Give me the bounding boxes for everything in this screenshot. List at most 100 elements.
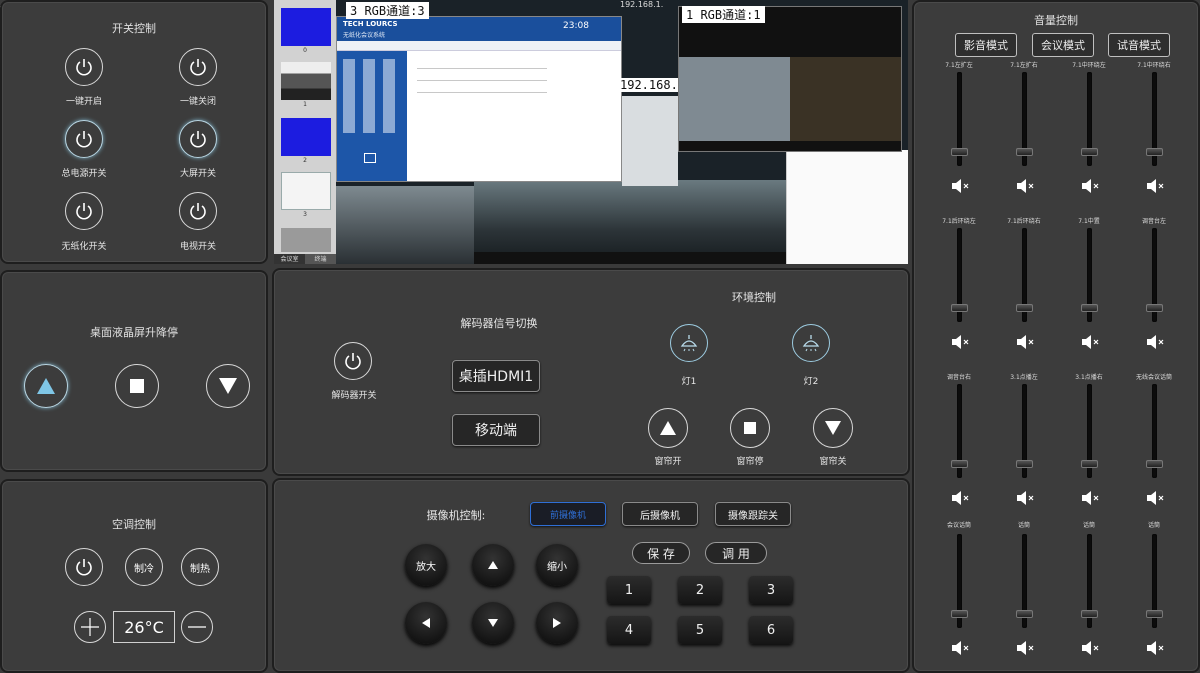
source-hdmi1-button[interactable]: 桌插HDMI1 [452, 360, 540, 392]
mute-speaker-icon[interactable] [1146, 178, 1166, 194]
big-screen-label: 大屏开关 [179, 169, 216, 179]
preset-save-button[interactable]: 保 存 [632, 542, 690, 564]
camera-panel-title: 摄像机控制: [426, 509, 486, 522]
volume-channel [939, 522, 979, 662]
mute-speaker-icon[interactable] [951, 334, 971, 350]
volume-slider-thumb[interactable] [1016, 147, 1033, 156]
volume-slider-thumb[interactable] [1146, 459, 1163, 468]
mute-speaker-icon[interactable] [1081, 178, 1101, 194]
mute-speaker-icon[interactable] [1016, 640, 1036, 656]
mute-speaker-icon[interactable] [951, 178, 971, 194]
tv-button[interactable] [179, 192, 217, 230]
preset-4-button[interactable]: 4 [607, 616, 651, 644]
source-mobile-button[interactable]: 移动端 [452, 414, 540, 446]
volume-slider-thumb[interactable] [1081, 303, 1098, 312]
volume-channel-label: 7.1左扩右 [1010, 62, 1038, 69]
up-triangle-icon [660, 421, 676, 435]
volume-slider-thumb[interactable] [1016, 609, 1033, 618]
curtain-open-button[interactable] [648, 408, 688, 448]
mute-speaker-icon[interactable] [1016, 178, 1036, 194]
tab-meeting-room[interactable]: 会议室 [274, 254, 305, 264]
preset-1-label: 1 [624, 582, 634, 598]
volume-slider-thumb[interactable] [951, 609, 968, 618]
lift-down-button[interactable] [206, 364, 250, 408]
mute-speaker-icon[interactable] [951, 640, 971, 656]
paperless-button[interactable] [65, 192, 103, 230]
mute-speaker-icon[interactable] [1081, 334, 1101, 350]
app-play-icon[interactable] [364, 153, 376, 163]
ac-heat-button[interactable]: 制热 [181, 548, 219, 586]
volume-channel-label: 调音台左 [1141, 218, 1166, 225]
rear-camera-button[interactable]: 后摄像机 [622, 502, 698, 526]
preset-6-button[interactable]: 6 [749, 616, 793, 644]
paperless-app-window: TECH LOURCS 无纸化会议系统 23:08 [336, 16, 622, 182]
volume-slider-thumb[interactable] [1016, 459, 1033, 468]
minus-icon [188, 626, 206, 628]
camera-right-button[interactable] [536, 602, 578, 644]
lift-up-button[interactable] [24, 364, 68, 408]
decoder-power-button[interactable] [334, 342, 372, 380]
mute-speaker-icon[interactable] [1016, 334, 1036, 350]
mode-test-button[interactable]: 试音模式 [1108, 33, 1170, 57]
volume-slider-thumb[interactable] [1016, 303, 1033, 312]
thumbnail-3[interactable] [281, 172, 331, 210]
light-1-button[interactable] [670, 324, 708, 362]
camera-left-button[interactable] [405, 602, 447, 644]
mute-speaker-icon[interactable] [1081, 640, 1101, 656]
mode-cinema-button[interactable]: 影音模式 [955, 33, 1017, 57]
temp-up-button[interactable] [74, 611, 106, 643]
curtain-stop-button[interactable] [730, 408, 770, 448]
thumbnail-2[interactable] [281, 118, 331, 156]
ac-cool-button[interactable]: 制冷 [125, 548, 163, 586]
volume-slider-thumb[interactable] [1081, 459, 1098, 468]
video-preview-area[interactable]: 0 1 2 3 会议室 终端 192.168.1. TECH LOURCS 无纸… [274, 0, 908, 264]
volume-slider-thumb[interactable] [1146, 609, 1163, 618]
light-2-button[interactable] [792, 324, 830, 362]
volume-slider-thumb[interactable] [1081, 147, 1098, 156]
preset-5-button[interactable]: 5 [678, 616, 722, 644]
preset-recall-label: 调 用 [722, 546, 750, 561]
power-icon [345, 353, 361, 370]
tab-terminal[interactable]: 终端 [305, 254, 336, 264]
thumbnail-strip: 0 1 2 3 会议室 终端 [274, 0, 336, 264]
volume-slider-thumb[interactable] [1081, 609, 1098, 618]
zoom-in-button[interactable]: 放大 [405, 544, 447, 586]
preset-3-button[interactable]: 3 [749, 576, 793, 604]
thumbnail-0[interactable] [281, 8, 331, 46]
mute-speaker-icon[interactable] [1146, 334, 1166, 350]
temp-down-button[interactable] [181, 611, 213, 643]
ac-control-panel: 空调控制 制冷 制热 26°C [0, 479, 268, 673]
thumbnail-1[interactable] [281, 62, 331, 100]
lift-stop-button[interactable] [115, 364, 159, 408]
preset-recall-button[interactable]: 调 用 [705, 542, 767, 564]
big-screen-button[interactable] [179, 120, 217, 158]
volume-slider-thumb[interactable] [1146, 303, 1163, 312]
preset-save-label: 保 存 [647, 546, 675, 561]
camera-down-button[interactable] [472, 602, 514, 644]
mute-speaker-icon[interactable] [1146, 490, 1166, 506]
one-key-off-button[interactable] [179, 48, 217, 86]
stop-square-icon [130, 379, 144, 393]
ac-power-button[interactable] [65, 548, 103, 586]
one-key-on-button[interactable] [65, 48, 103, 86]
mute-speaker-icon[interactable] [1016, 490, 1036, 506]
main-power-button[interactable] [65, 120, 103, 158]
volume-slider-thumb[interactable] [1146, 147, 1163, 156]
camera-up-button[interactable] [472, 544, 514, 586]
camera-control-panel: 摄像机控制: 前摄像机 后摄像机 摄像跟踪关 保 存 调 用 放大 缩小 1 2… [272, 478, 910, 673]
preset-2-button[interactable]: 2 [678, 576, 722, 604]
mute-speaker-icon[interactable] [1146, 640, 1166, 656]
mute-speaker-icon[interactable] [951, 490, 971, 506]
front-camera-button[interactable]: 前摄像机 [530, 502, 606, 526]
mode-meeting-button[interactable]: 会议模式 [1032, 33, 1094, 57]
mute-speaker-icon[interactable] [1081, 490, 1101, 506]
zoom-out-button[interactable]: 缩小 [536, 544, 578, 586]
volume-slider-thumb[interactable] [951, 303, 968, 312]
volume-slider-thumb[interactable] [951, 459, 968, 468]
volume-slider-thumb[interactable] [951, 147, 968, 156]
thumbnail-4[interactable] [281, 228, 331, 252]
preset-1-button[interactable]: 1 [607, 576, 651, 604]
decoder-env-panel: 解码器开关 解码器信号切换 桌插HDMI1 移动端 环境控制 灯1 灯2 窗帘开… [272, 268, 910, 476]
curtain-close-button[interactable] [813, 408, 853, 448]
camera-tracking-button[interactable]: 摄像跟踪关 [715, 502, 791, 526]
